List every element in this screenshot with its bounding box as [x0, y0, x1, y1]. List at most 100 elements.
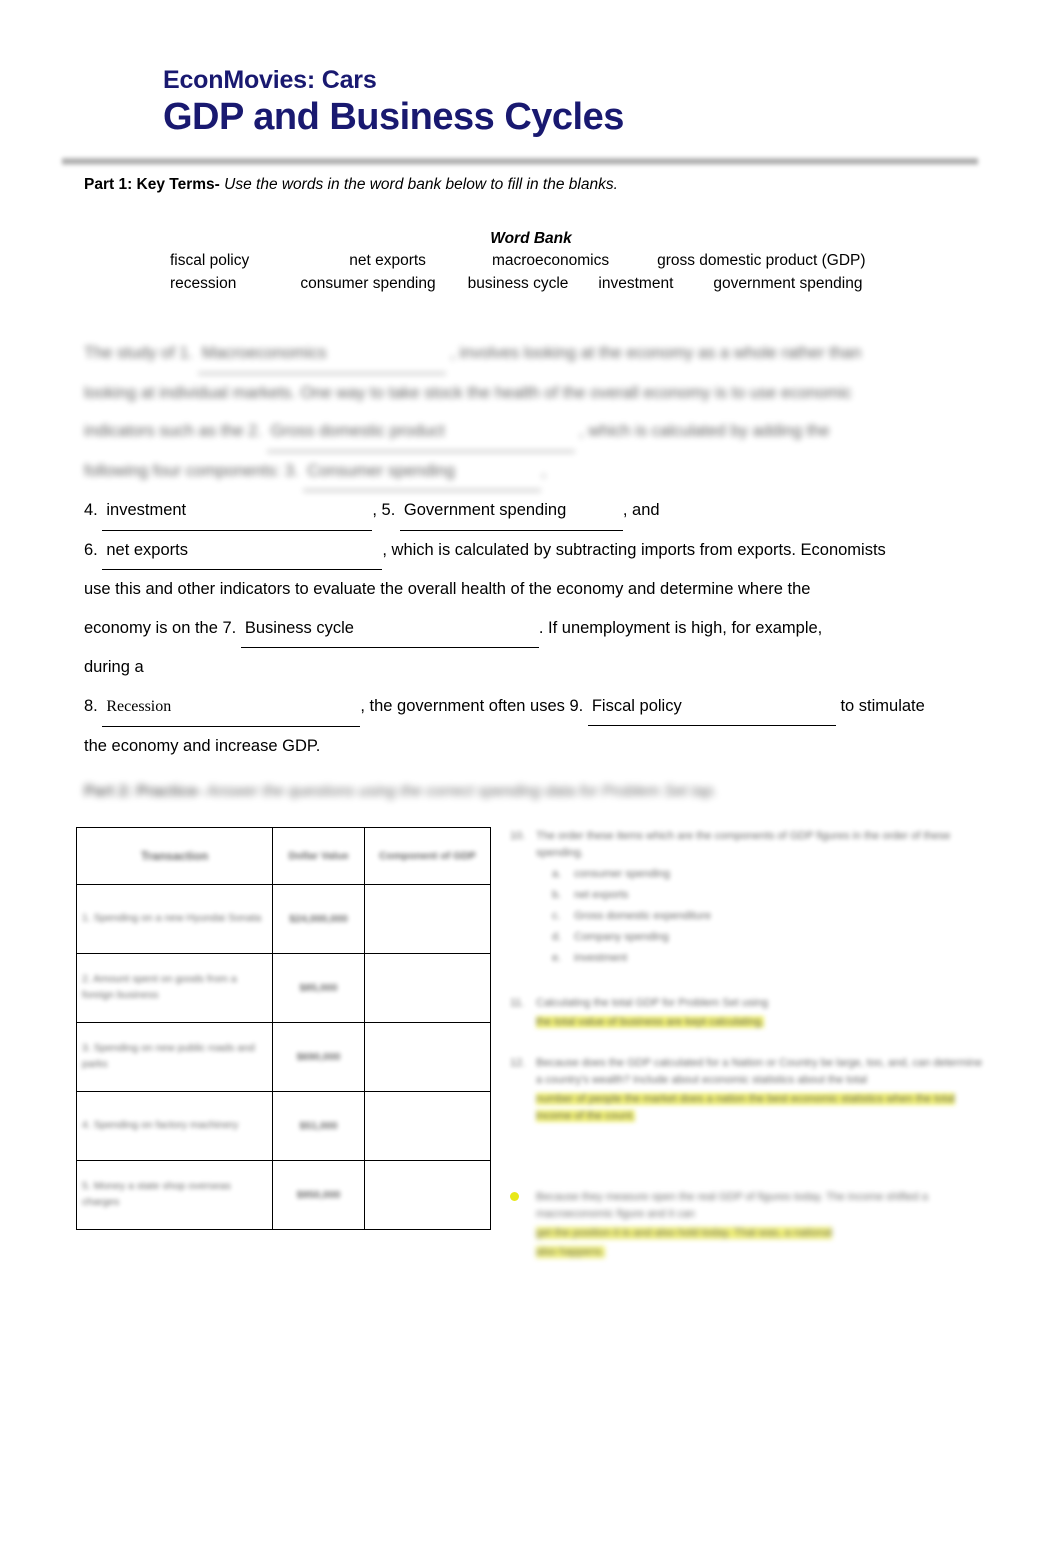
- gdp-components-table: Transaction Dollar Value Component of GD…: [76, 827, 491, 1230]
- table-header-cell: Transaction: [76, 827, 273, 885]
- paragraph-line-2: looking at individual markets. One way t…: [84, 374, 984, 413]
- table-cell-category[interactable]: [364, 1091, 491, 1161]
- paragraph-line-4: following four components: 3. Consumer s…: [84, 452, 984, 491]
- paragraph-line-3: indicators such as the 2. Gross domestic…: [84, 412, 984, 452]
- part1-instruction: Use the words in the word bank below to …: [224, 176, 618, 193]
- table-cell-description: 3. Spending on new public roads and park…: [76, 1022, 273, 1092]
- highlighted-answer: get the position it is and also hold tod…: [536, 1226, 833, 1239]
- word-bank-term: business cycle: [467, 275, 569, 292]
- option-a: a. consumer spending: [552, 864, 986, 885]
- blank-answer-2[interactable]: Gross domestic product: [266, 412, 575, 452]
- table-cell-description: 1. Spending on a new Hyundai Sonata: [76, 884, 273, 954]
- paragraph-line-9: during a: [84, 648, 984, 687]
- option-letter: b.: [552, 888, 562, 901]
- line5-number: 4.: [84, 501, 98, 519]
- table-cell-amount: $24,000,000: [272, 884, 365, 954]
- paragraph-line-7: use this and other indicators to evaluat…: [84, 570, 984, 609]
- highlighted-answer: number of people the market does a natio…: [536, 1092, 955, 1122]
- option-b: b. net exports: [552, 885, 986, 906]
- table-cell-amount: $950,000: [272, 1160, 365, 1230]
- document-page: EconMovies: Cars GDP and Business Cycles…: [0, 0, 1062, 1556]
- bullet-answer-2: also happens.: [536, 1244, 986, 1261]
- word-bank-term: macroeconomics: [491, 252, 610, 269]
- header-subtitle: EconMovies: Cars: [163, 66, 377, 94]
- word-bank-term: recession: [170, 275, 237, 292]
- part2-instruction: Answer the questions using the correct s…: [206, 783, 718, 800]
- table-row: 5. Money a state shop overseas charges $…: [76, 1160, 491, 1230]
- header-component: Component of GDP: [379, 850, 476, 862]
- line1-suffix: , involves looking at the economy as a w…: [450, 344, 862, 362]
- line6-number: 6.: [84, 540, 98, 559]
- question-text: Because does the GDP calculated for a Na…: [536, 1056, 983, 1086]
- table-cell-description: 5. Money a state shop overseas charges: [76, 1160, 273, 1230]
- table-row: 2. Amount spent on goods from a foreign …: [76, 953, 491, 1023]
- table-cell-description: 2. Amount spent on goods from a foreign …: [76, 953, 273, 1023]
- line6-rest: , which is calculated by subtracting imp…: [382, 540, 886, 559]
- table-cell-amount: $85,000: [272, 953, 365, 1023]
- question-number: 10.: [510, 830, 526, 842]
- row-description: 5. Money a state shop overseas charges: [82, 1180, 231, 1208]
- line10-end: to stimulate: [840, 696, 925, 715]
- blank-answer-6[interactable]: net exports: [102, 531, 383, 570]
- table-header-row: Transaction Dollar Value Component of GD…: [76, 827, 491, 885]
- blank-answer-9[interactable]: Fiscal policy: [587, 687, 836, 726]
- blank-answer-7[interactable]: Business cycle: [240, 609, 539, 648]
- option-text: investment: [574, 951, 628, 964]
- row-description: 4. Spending on factory machinery: [82, 1119, 239, 1132]
- paragraph-line-10: 8. Recession, the government often uses …: [84, 687, 984, 727]
- table-row: 1. Spending on a new Hyundai Sonata $24,…: [76, 884, 491, 954]
- line10-mid: , the government often uses 9.: [360, 696, 584, 715]
- option-text: consumer spending: [574, 868, 671, 881]
- blank-answer-1[interactable]: Macroeconomics: [197, 334, 446, 374]
- line11-text: the economy and increase GDP.: [84, 737, 321, 755]
- option-text: Gross domestic expenditure: [574, 909, 711, 922]
- option-letter: d.: [552, 930, 562, 943]
- word-bank-term: consumer spending: [300, 275, 436, 292]
- part1-label: Part 1: Key Terms-: [84, 176, 220, 193]
- part1-heading: Part 1: Key Terms- Use the words in the …: [84, 176, 618, 194]
- part2-heading: Part 2: Practice- Answer the questions u…: [84, 783, 717, 801]
- table-header-cell: Component of GDP: [364, 827, 491, 885]
- blank-answer-5[interactable]: Government spending: [399, 491, 623, 531]
- bullet-answer-1: get the position it is and also hold tod…: [536, 1225, 986, 1242]
- row-description: 2. Amount spent on goods from a foreign …: [82, 973, 237, 1001]
- row-amount: $85,000: [299, 982, 338, 994]
- option-letter: e.: [552, 951, 562, 964]
- blank-answer-4[interactable]: investment: [102, 491, 373, 531]
- table-cell-category[interactable]: [364, 884, 491, 954]
- bullet-icon: [510, 1189, 532, 1206]
- word-bank-term: net exports: [349, 252, 426, 269]
- table-cell-description: 4. Spending on factory machinery: [76, 1091, 273, 1161]
- paragraph-line-8: economy is on the 7. Business cycle. If …: [84, 609, 984, 648]
- word-bank-row-2: recession consumer spending business cycle…: [170, 275, 862, 293]
- line9-text: during a: [84, 658, 144, 676]
- row-description: 1. Spending on a new Hyundai Sonata: [82, 912, 262, 925]
- line4-prefix: following four components: 3.: [84, 461, 299, 480]
- table-cell-category[interactable]: [364, 953, 491, 1023]
- blank-answer-3[interactable]: Consumer spending: [303, 452, 542, 491]
- word-bank-term: fiscal policy: [170, 252, 250, 269]
- line2-text: looking at individual markets. One way t…: [84, 383, 852, 402]
- row-amount: $24,000,000: [289, 913, 348, 925]
- word-bank-term: gross domestic product (GDP): [657, 252, 866, 269]
- row-amount: $950,000: [296, 1189, 341, 1201]
- header-divider: [62, 158, 978, 165]
- question-12-answer: number of people the market does a natio…: [536, 1091, 986, 1125]
- questions-column: 10. The order these items which are the …: [510, 828, 986, 1271]
- option-e: e. investment: [552, 948, 986, 969]
- table-cell-category[interactable]: [364, 1160, 491, 1230]
- table-row: 4. Spending on factory machinery $51,000: [76, 1091, 491, 1161]
- bullet-text: Because they measure open the real GDP o…: [536, 1190, 928, 1220]
- option-letter: c.: [552, 909, 561, 922]
- word-bank-row-1: fiscal policy net exports macroeconomics gr…: [170, 252, 866, 270]
- table-cell-category[interactable]: [364, 1022, 491, 1092]
- paragraph-line-1: The study of 1. Macroeconomics , involve…: [84, 334, 984, 374]
- line4-suffix: ,: [541, 461, 546, 480]
- line7-text: use this and other indicators to evaluat…: [84, 580, 811, 598]
- table-header-cell: Dollar Value: [272, 827, 365, 885]
- question-10-options: a. consumer spending b. net exports c. G…: [552, 864, 986, 968]
- table-cell-amount: $51,000: [272, 1091, 365, 1161]
- option-text: Company spending: [574, 930, 669, 943]
- blank-answer-8[interactable]: Recession: [102, 688, 361, 727]
- word-bank-term: government spending: [713, 275, 863, 292]
